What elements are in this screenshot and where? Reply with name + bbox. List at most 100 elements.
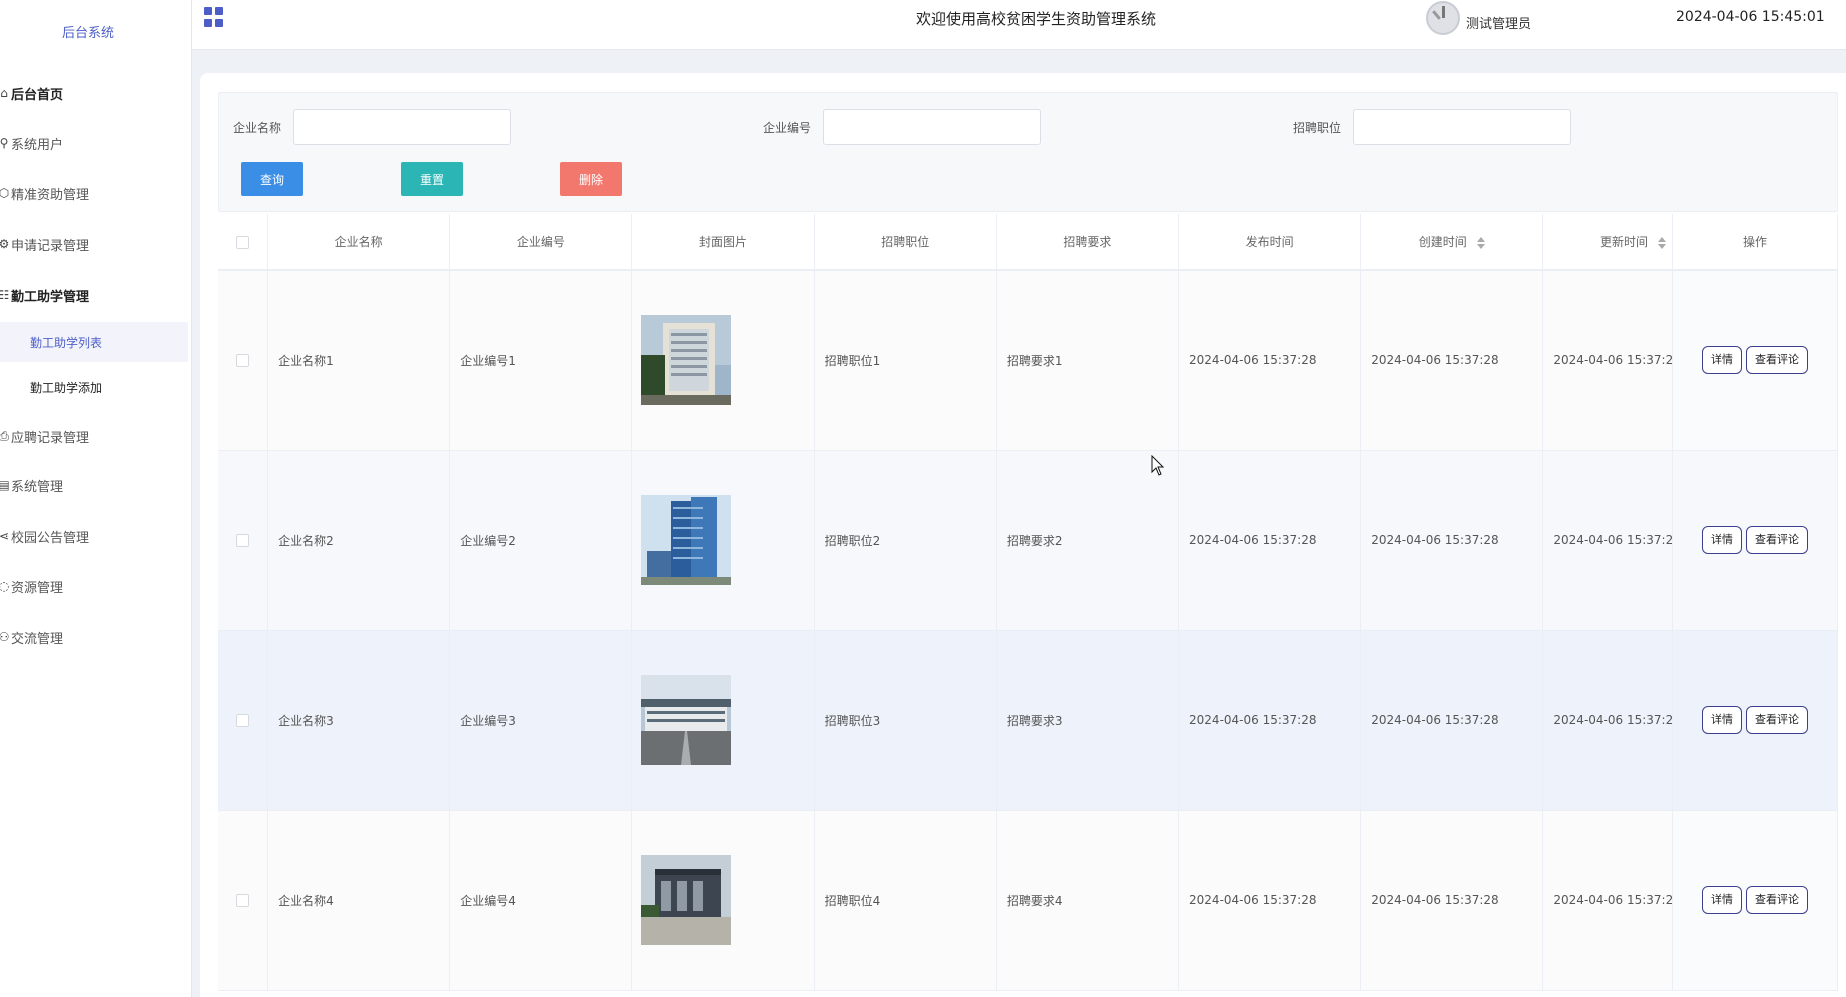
cell-update-time: 2024-04-06 15:37:28 (1542, 630, 1673, 811)
detail-button[interactable]: 详情 (1701, 706, 1742, 734)
home-icon: ⌂ (0, 86, 8, 100)
position-input[interactable] (1353, 109, 1571, 145)
cell-company-name: 企业名称3 (267, 630, 451, 811)
search-panel: 企业名称 企业编号 招聘职位 查询 重置 删除 (218, 92, 1838, 212)
sidebar-item-label: 应聘记录管理 (11, 430, 90, 446)
col-create-time[interactable]: 创建时间 (1360, 214, 1544, 271)
mouse-cursor-icon (1151, 455, 1165, 476)
col-company-name: 企业名称 (267, 214, 451, 271)
cell-company-no: 企业编号3 (449, 630, 633, 811)
cell-cover (631, 630, 815, 811)
cell-cover (631, 450, 815, 631)
cover-image[interactable] (641, 675, 732, 765)
sidebar-subitem-work-study-list[interactable]: 勤工助学列表 (0, 322, 188, 362)
view-comments-button[interactable]: 查看评论 (1745, 706, 1808, 734)
col-position: 招聘职位 (814, 214, 997, 271)
detail-button[interactable]: 详情 (1701, 346, 1742, 375)
current-datetime: 2024-04-06 15:45:01 (1676, 9, 1825, 25)
cell-update-time: 2024-04-06 15:37:28 (1542, 450, 1673, 631)
sidebar-item-precise-aid[interactable]: ⬡ 精准资助管理 (0, 173, 192, 213)
cell-company-name: 企业名称4 (267, 810, 451, 991)
cell-position: 招聘职位3 (814, 630, 997, 811)
cell-requirement: 招聘要求2 (996, 450, 1180, 631)
row-select-cell[interactable] (218, 270, 269, 451)
cell-company-no: 企业编号1 (449, 270, 633, 451)
cell-create-time: 2024-04-06 15:37:28 (1360, 270, 1544, 451)
col-create-time-label: 创建时间 (1418, 235, 1467, 249)
sidebar-item-application-records[interactable]: ⚙ 申请记录管理 (0, 224, 192, 264)
row-select-cell[interactable] (218, 450, 269, 631)
sidebar-item-label: 系统管理 (11, 479, 64, 495)
sidebar-item-label: 精准资助管理 (11, 187, 90, 203)
sidebar-subitem-work-study-add[interactable]: 勤工助学添加 (0, 367, 188, 407)
col-update-time[interactable]: 更新时间 (1542, 214, 1673, 271)
cell-publish-time: 2024-04-06 15:37:28 (1178, 630, 1362, 811)
cell-requirement: 招聘要求1 (996, 270, 1180, 451)
document-icon: ▤ (0, 478, 10, 492)
view-comments-button[interactable]: 查看评论 (1745, 346, 1808, 375)
sidebar-item-system-users[interactable]: ⚲ 系统用户 (0, 123, 192, 163)
company-name-label: 企业名称 (233, 121, 282, 135)
cover-image[interactable] (641, 495, 732, 585)
page-title: 欢迎使用高校贫困学生资助管理系统 (916, 10, 1157, 28)
sidebar-item-hiring-records[interactable]: ⎙ 应聘记录管理 (0, 416, 192, 456)
user-name[interactable]: 测试管理员 (1466, 13, 1531, 32)
avatar[interactable] (1426, 1, 1460, 35)
sidebar-item-resources[interactable]: ◌ 资源管理 (0, 566, 192, 606)
table-row: 企业名称4 企业编号4 招聘职位4 招聘要求4 2024-04-06 15:37… (218, 810, 1838, 991)
cell-cover (631, 810, 815, 991)
sidebar-item-communication[interactable]: ⚇ 交流管理 (0, 617, 192, 657)
cell-actions: 详情 查看评论 (1672, 810, 1838, 991)
share-icon: ⋖ (0, 529, 10, 543)
sidebar-title: 后台系统 (62, 26, 115, 41)
user-icon: ⚲ (0, 136, 9, 150)
table-row: 企业名称3 企业编号3 招聘职位3 招聘要求3 2024-04-06 15:37… (218, 630, 1838, 811)
detail-button[interactable]: 详情 (1701, 886, 1742, 914)
cell-actions: 详情 查看评论 (1672, 270, 1838, 451)
sidebar-item-system-management[interactable]: ▤ 系统管理 (0, 465, 192, 505)
cell-publish-time: 2024-04-06 15:37:28 (1178, 270, 1362, 451)
sidebar-item-campus-notices[interactable]: ⋖ 校园公告管理 (0, 516, 192, 556)
select-all-cell[interactable] (218, 214, 269, 271)
top-header: 欢迎使用高校贫困学生资助管理系统 测试管理员 2024-04-06 15:45:… (192, 0, 1846, 50)
sidebar: 后台系统 ⌂ 后台首页 ⚲ 系统用户 ⬡ 精准资助管理 ⚙ 申请记录管理 ☷ 勤… (0, 0, 192, 997)
cell-update-time: 2024-04-06 15:37:28 (1542, 270, 1673, 451)
apps-grid-icon[interactable] (204, 7, 224, 27)
sort-icon[interactable] (1657, 236, 1666, 249)
table-row: 企业名称1 企业编号1 招聘职位1 招聘要求1 2024-04-06 15:37… (218, 270, 1838, 451)
delete-button[interactable]: 删除 (560, 162, 622, 196)
row-checkbox[interactable] (236, 714, 250, 727)
row-checkbox[interactable] (236, 894, 250, 907)
row-select-cell[interactable] (218, 630, 269, 811)
view-comments-button[interactable]: 查看评论 (1745, 526, 1808, 554)
sidebar-item-label: 资源管理 (11, 580, 64, 596)
reset-button[interactable]: 重置 (401, 162, 463, 196)
sidebar-item-home[interactable]: ⌂ 后台首页 (0, 73, 192, 113)
col-publish-time: 发布时间 (1178, 214, 1362, 271)
row-checkbox[interactable] (236, 354, 250, 368)
cell-position: 招聘职位4 (814, 810, 997, 991)
cover-image[interactable] (641, 855, 732, 945)
col-cover: 封面图片 (631, 214, 815, 271)
cell-company-name: 企业名称2 (267, 450, 451, 631)
company-no-input[interactable] (823, 109, 1041, 145)
col-update-time-label: 更新时间 (1599, 235, 1648, 249)
sidebar-item-label: 系统用户 (11, 137, 64, 153)
select-all-checkbox[interactable] (236, 235, 250, 249)
sidebar-item-work-study[interactable]: ☷ 勤工助学管理 (0, 275, 192, 315)
sort-icon[interactable] (1476, 236, 1485, 249)
clipboard-icon: ⎙ (0, 429, 9, 443)
view-comments-button[interactable]: 查看评论 (1745, 886, 1808, 914)
query-button[interactable]: 查询 (241, 162, 303, 196)
cell-update-time: 2024-04-06 15:37:28 (1542, 810, 1673, 991)
cell-company-no: 企业编号4 (449, 810, 633, 991)
cell-create-time: 2024-04-06 15:37:28 (1360, 810, 1544, 991)
detail-button[interactable]: 详情 (1701, 526, 1742, 554)
cell-create-time: 2024-04-06 15:37:28 (1360, 630, 1544, 811)
row-checkbox[interactable] (236, 534, 250, 547)
company-name-input[interactable] (293, 109, 511, 145)
people-icon: ⚇ (0, 630, 10, 644)
row-select-cell[interactable] (218, 810, 269, 991)
cover-image[interactable] (641, 315, 732, 406)
cell-actions: 详情 查看评论 (1672, 450, 1838, 631)
